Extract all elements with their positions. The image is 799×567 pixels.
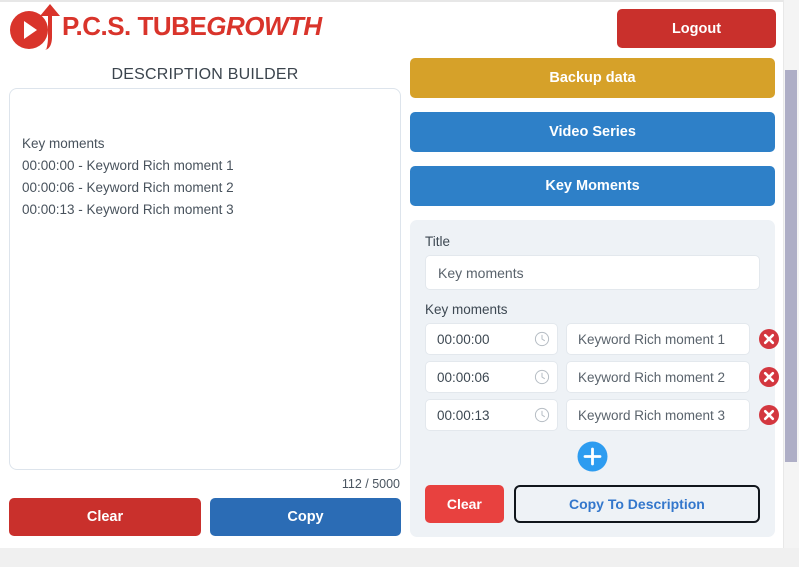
delete-key-moment-button[interactable] bbox=[758, 366, 780, 388]
brand-suffix: GROWTH bbox=[206, 11, 322, 41]
key-moment-row bbox=[425, 399, 779, 431]
delete-circle-icon bbox=[759, 329, 779, 349]
description-textarea[interactable]: Key moments 00:00:00 - Keyword Rich mome… bbox=[9, 88, 401, 470]
video-series-button[interactable]: Video Series bbox=[410, 112, 775, 152]
copy-description-button[interactable]: Copy bbox=[210, 498, 401, 536]
description-line: 00:00:06 - Keyword Rich moment 2 bbox=[22, 180, 234, 195]
key-moment-time-input[interactable] bbox=[425, 323, 558, 355]
clear-description-button[interactable]: Clear bbox=[9, 498, 201, 536]
time-field-wrapper bbox=[425, 323, 558, 355]
brand-prefix: P.C.S. TUBE bbox=[62, 11, 207, 41]
key-moment-row bbox=[425, 323, 779, 355]
key-moment-text-input[interactable] bbox=[566, 399, 750, 431]
description-line: Key moments bbox=[22, 136, 105, 151]
key-moments-label: Key moments bbox=[425, 302, 508, 317]
delete-key-moment-button[interactable] bbox=[758, 404, 780, 426]
backup-data-button[interactable]: Backup data bbox=[410, 58, 775, 98]
delete-circle-icon bbox=[759, 405, 779, 425]
form-actions: Clear Copy To Description bbox=[425, 485, 760, 523]
copy-to-description-button[interactable]: Copy To Description bbox=[513, 485, 760, 523]
key-moment-time-input[interactable] bbox=[425, 361, 558, 393]
brand-logo[interactable]: P.C.S. TUBEGROWTH bbox=[8, 3, 322, 51]
key-moment-row bbox=[425, 361, 779, 393]
app-header: P.C.S. TUBEGROWTH Logout bbox=[0, 0, 799, 58]
key-moment-text-input[interactable] bbox=[566, 361, 750, 393]
time-field-wrapper bbox=[425, 399, 558, 431]
page-title: DESCRIPTION BUILDER bbox=[111, 66, 299, 83]
brand-name: P.C.S. TUBEGROWTH bbox=[62, 13, 322, 41]
delete-key-moment-button[interactable] bbox=[758, 328, 780, 350]
vertical-scrollbar-thumb[interactable] bbox=[785, 70, 797, 462]
title-label: Title bbox=[425, 234, 451, 249]
tools-panel: Backup data Video Series Key Moments Tit… bbox=[410, 58, 780, 537]
clear-key-moments-button[interactable]: Clear bbox=[425, 485, 504, 523]
key-moments-form: Title Key moments Key moments 00:00:00 K… bbox=[410, 220, 779, 537]
key-moment-time-input[interactable] bbox=[425, 399, 558, 431]
plus-circle-icon bbox=[577, 441, 608, 472]
vertical-scrollbar-track[interactable] bbox=[783, 0, 799, 548]
key-moments-button[interactable]: Key Moments bbox=[410, 166, 775, 206]
add-row-container bbox=[425, 441, 760, 472]
add-key-moment-button[interactable] bbox=[577, 441, 608, 472]
time-field-wrapper bbox=[425, 361, 558, 393]
footer-strip bbox=[0, 548, 799, 567]
description-line: 00:00:00 - Keyword Rich moment 1 bbox=[22, 158, 234, 173]
description-line: 00:00:13 - Keyword Rich moment 3 bbox=[22, 202, 234, 217]
play-arrow-growth-logo-icon bbox=[8, 3, 60, 51]
delete-circle-icon bbox=[759, 367, 779, 387]
description-actions: Clear Copy bbox=[9, 498, 401, 536]
logout-button[interactable]: Logout bbox=[617, 9, 776, 48]
character-counter: 112 / 5000 bbox=[341, 477, 400, 491]
growth-arrow-icon bbox=[40, 4, 60, 50]
app-window: P.C.S. TUBEGROWTH Logout DESCRIPTION BUI… bbox=[0, 0, 799, 567]
key-moment-text-input[interactable] bbox=[566, 323, 750, 355]
title-input[interactable] bbox=[425, 255, 760, 290]
description-builder-panel: DESCRIPTION BUILDER Key moments 00:00:00… bbox=[0, 58, 410, 548]
